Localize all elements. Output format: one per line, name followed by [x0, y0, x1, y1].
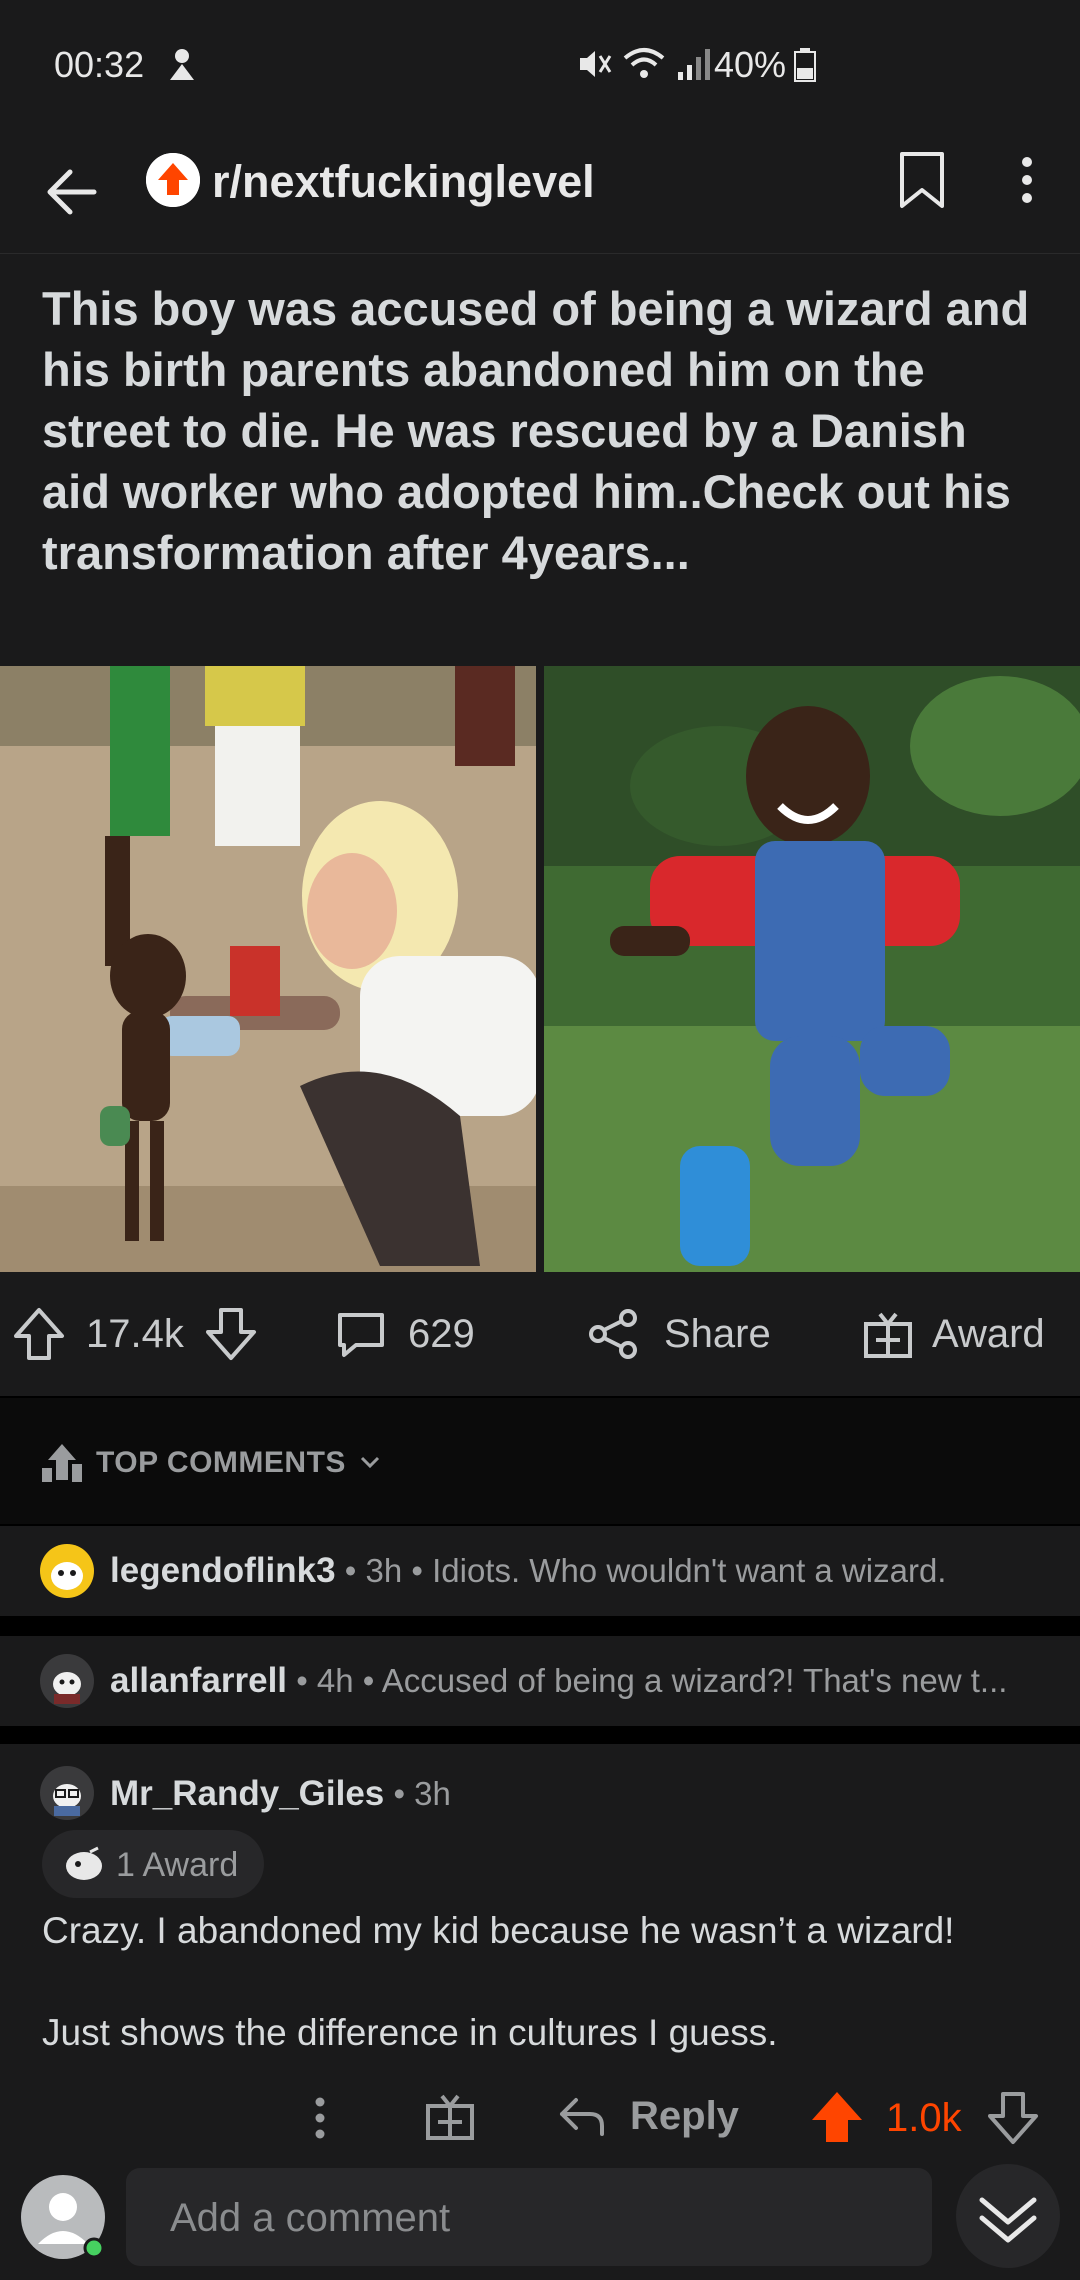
downvote-icon — [206, 1308, 256, 1360]
award-badge[interactable]: 1 Award — [42, 1830, 264, 1898]
comment-score: 1.0k — [886, 2096, 962, 2140]
award-icon — [64, 1846, 104, 1887]
post-photo-collage — [0, 666, 1080, 1272]
more-vertical-icon — [1022, 157, 1032, 203]
avatar[interactable] — [40, 1544, 94, 1598]
status-icons — [576, 46, 710, 87]
comment-preview: Accused of being a wizard?! That's new t… — [381, 1662, 1008, 1699]
downvote-icon — [988, 2092, 1038, 2144]
bookmark-icon — [900, 152, 944, 208]
back-arrow-icon — [47, 169, 97, 215]
subreddit-icon[interactable] — [146, 153, 200, 207]
more-vertical-icon — [315, 2097, 325, 2139]
double-chevron-down-icon — [979, 2197, 1037, 2243]
share-label: Share — [664, 1311, 771, 1356]
collapse-thread-button[interactable] — [956, 2164, 1060, 2268]
comment-preview: Idiots. Who wouldn't want a wizard. — [432, 1552, 947, 1589]
comment-placeholder: Add a comment — [170, 2196, 451, 2240]
award-label: Award — [932, 1311, 1045, 1356]
sort-top-icon — [42, 1440, 82, 1487]
battery-percent: 40% — [714, 44, 787, 85]
username[interactable]: legendoflink3 — [110, 1551, 336, 1590]
comment-icon — [338, 1313, 384, 1357]
back-button[interactable] — [40, 158, 108, 226]
upvote-filled-icon — [812, 2092, 862, 2142]
award-count: 1 Award — [116, 1846, 239, 1884]
comment-downvote-button[interactable] — [986, 2088, 1040, 2151]
collapsed-comment[interactable]: legendoflink3 • 3h • Idiots. Who wouldn'… — [0, 1526, 1080, 1616]
comments-button[interactable]: 629 — [334, 1272, 475, 1396]
comment-body-line: Just shows the difference in cultures I … — [42, 2012, 778, 2053]
comment-more-button[interactable] — [300, 2088, 340, 2153]
comment-meta: • 3h • — [335, 1552, 433, 1589]
comment-actions: Reply 1.0k — [0, 2068, 1080, 2172]
avatar[interactable] — [40, 1766, 94, 1820]
award-gift-icon — [864, 1312, 912, 1358]
post-image[interactable] — [0, 666, 1080, 1272]
upvote-icon — [14, 1308, 64, 1360]
mute-icon — [576, 46, 612, 87]
status-bar: 00:32 40% — [0, 0, 1080, 130]
reply-label: Reply — [630, 2093, 739, 2138]
post-action-bar: 17.4k 629 Share Award — [0, 1272, 1080, 1396]
award-button[interactable]: Award — [862, 1272, 1045, 1396]
notification-icon — [166, 46, 198, 87]
vote-count: 17.4k — [86, 1311, 184, 1356]
share-button[interactable]: Share — [588, 1272, 771, 1396]
user-avatar-icon — [21, 2175, 105, 2259]
comment-meta: • 3h — [384, 1775, 451, 1812]
user-avatar[interactable] — [20, 2174, 106, 2260]
subreddit-name[interactable]: r/nextfuckinglevel — [212, 156, 595, 208]
bookmark-button[interactable] — [896, 150, 948, 210]
avatar[interactable] — [40, 1654, 94, 1708]
reply-icon — [560, 2098, 604, 2136]
username[interactable]: Mr_Randy_Giles — [110, 1774, 384, 1813]
downvote-button[interactable] — [204, 1272, 258, 1396]
comment-username[interactable]: legendoflink3 • 3h • Idiots. Who wouldn'… — [110, 1551, 946, 1591]
collapsed-comment[interactable]: allanfarrell • 4h • Accused of being a w… — [0, 1636, 1080, 1726]
username[interactable]: allanfarrell — [110, 1661, 287, 1700]
wifi-icon — [622, 46, 666, 87]
award-gift-icon — [426, 2094, 474, 2140]
upvote-button[interactable] — [12, 1272, 66, 1396]
post-title: This boy was accused of being a wizard a… — [42, 282, 1030, 579]
sort-label: TOP COMMENTS — [96, 1446, 346, 1479]
add-comment-input[interactable]: Add a comment — [126, 2168, 932, 2266]
comment-username[interactable]: Mr_Randy_Giles • 3h — [110, 1774, 451, 1814]
share-icon — [589, 1309, 637, 1359]
comment-body-line: Crazy. I abandoned my kid because he was… — [42, 1910, 955, 1951]
comment-award-button[interactable] — [424, 2090, 476, 2147]
comment-sort-button[interactable]: TOP COMMENTS — [0, 1398, 1080, 1524]
comment-meta: • 4h • — [287, 1662, 382, 1699]
battery-icon — [794, 48, 816, 87]
status-time: 00:32 — [54, 44, 145, 85]
comment-username[interactable]: allanfarrell • 4h • Accused of being a w… — [110, 1661, 1007, 1701]
chevron-down-icon — [360, 1456, 380, 1475]
reply-button[interactable]: Reply — [556, 2090, 739, 2142]
signal-icon — [676, 46, 710, 87]
comment-upvote-button[interactable] — [810, 2088, 864, 2151]
post-header: This boy was accused of being a wizard a… — [0, 254, 1080, 666]
comment-count: 629 — [408, 1311, 475, 1356]
more-options-button[interactable] — [1012, 150, 1042, 210]
